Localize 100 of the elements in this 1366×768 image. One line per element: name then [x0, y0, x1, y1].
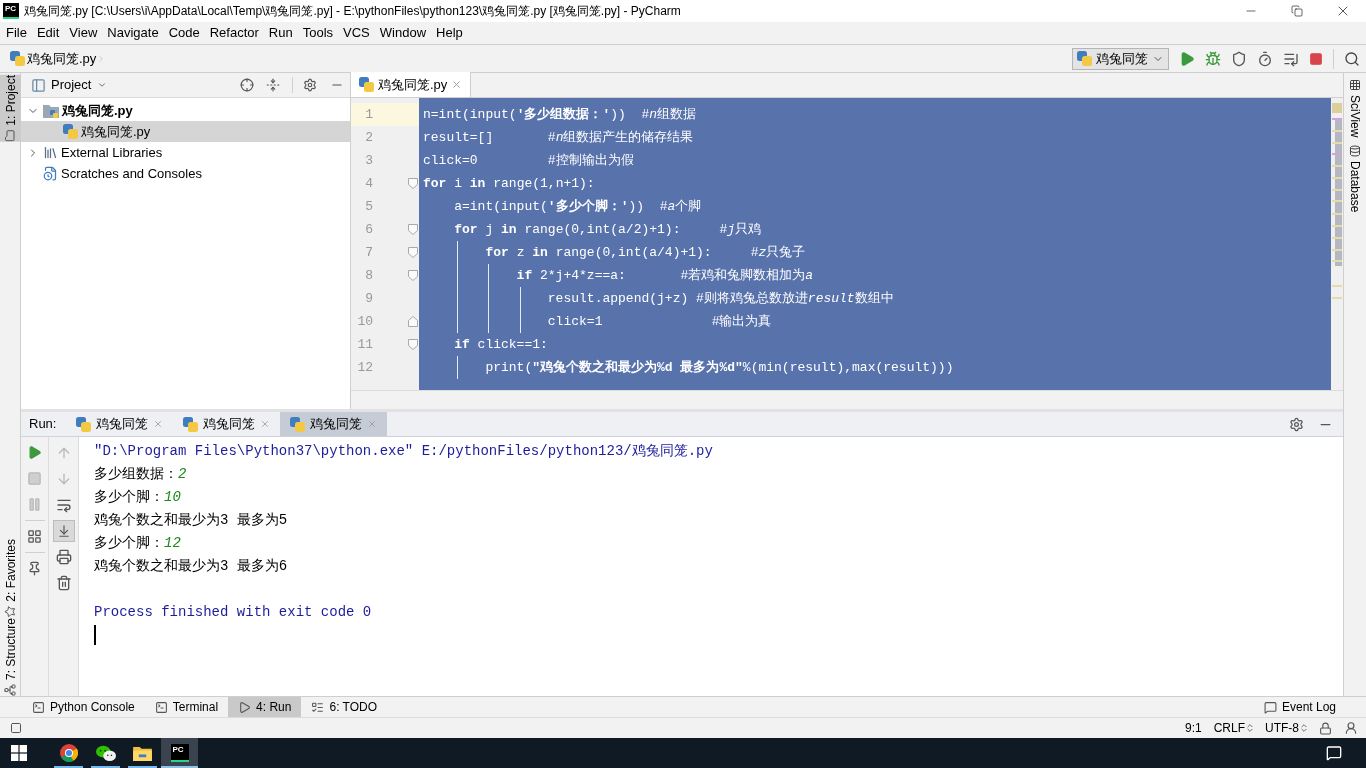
entered-value: 10: [164, 488, 181, 507]
code-line: n=int(input('多少组数据：')) #n组数据: [423, 105, 697, 124]
fold-marker-icon[interactable]: [408, 270, 418, 281]
line-number: 7: [364, 243, 373, 262]
console-prompt: 多少个脚：: [94, 534, 164, 553]
lock-icon[interactable]: [1319, 721, 1332, 735]
menu-item[interactable]: Code: [163, 23, 205, 43]
tool-window-button[interactable]: Terminal: [144, 696, 229, 718]
tool-window-tab[interactable]: 1: Project: [0, 75, 21, 142]
stop-icon[interactable]: [1309, 51, 1323, 66]
tool-window-tab[interactable]: SciView: [1344, 79, 1366, 138]
panel-icon: [31, 77, 46, 93]
tree-item[interactable]: Scratches and Consoles: [21, 163, 350, 184]
play-icon[interactable]: [27, 445, 42, 460]
python-file-icon: [63, 124, 78, 139]
line-separator-selector[interactable]: CRLF: [1213, 719, 1255, 737]
tree-item[interactable]: 鸡兔同笼.py: [21, 121, 350, 142]
console-prompt: 多少组数据：: [94, 465, 178, 484]
code-line: result=[] #n组数据产生的储存结果: [423, 128, 694, 147]
menu-item[interactable]: Tools: [297, 23, 339, 43]
python-file-icon: [290, 416, 306, 432]
folder-icon: [133, 745, 152, 761]
bug-icon[interactable]: [1205, 50, 1221, 67]
line-number: 5: [364, 197, 373, 216]
python-file-icon: [359, 77, 374, 92]
line-number: 11: [356, 335, 373, 354]
run-icon[interactable]: [1179, 50, 1195, 67]
updown-icon: [1245, 723, 1255, 733]
line-number: 6: [364, 220, 373, 239]
project-view-dropdown[interactable]: Project: [51, 75, 108, 95]
shield-icon[interactable]: [1231, 50, 1247, 67]
panel-title: Run:: [29, 415, 57, 434]
menu-item[interactable]: Refactor: [204, 23, 264, 43]
scroll-to-end-icon[interactable]: [52, 520, 75, 542]
line-number: 12: [356, 358, 373, 377]
fold-marker-icon[interactable]: [408, 339, 418, 350]
breadcrumb-item[interactable]: 鸡兔同笼.py: [27, 48, 97, 69]
settings-icon[interactable]: [303, 78, 317, 92]
restore-icon[interactable]: [1291, 5, 1303, 17]
timer-icon[interactable]: [1257, 50, 1273, 67]
line-number: 8: [364, 266, 373, 285]
code-line: click=0 #控制输出为假: [423, 151, 634, 170]
terminal-icon: [154, 700, 168, 714]
crosshair-icon[interactable]: [240, 78, 254, 92]
menu-item[interactable]: File: [1, 23, 32, 43]
encoding-selector[interactable]: UTF-8: [1265, 719, 1309, 737]
menu-item[interactable]: Run: [263, 23, 298, 43]
code-line: print("鸡兔个数之和最少为%d 最多为%d"%(min(result),max(result))): [484, 358, 954, 377]
tool-window-tab[interactable]: Database: [1344, 145, 1366, 213]
code-line: a=int(input('多少个脚：')) #a个脚: [453, 197, 702, 216]
tool-window-button[interactable]: 4: Run: [228, 696, 302, 718]
collapse-icon[interactable]: [266, 78, 280, 92]
checklist-icon: [311, 700, 325, 714]
run-tab[interactable]: 鸡兔同笼: [280, 412, 388, 436]
menu-item[interactable]: Help: [431, 23, 468, 43]
hierarchy-icon: [4, 684, 17, 696]
person-icon[interactable]: [1344, 721, 1358, 735]
menu-item[interactable]: Navigate: [102, 23, 164, 43]
entered-value: 2: [178, 465, 187, 484]
pin-icon[interactable]: [27, 561, 42, 576]
chat-bubbles-icon: [95, 744, 116, 762]
menu-item[interactable]: VCS: [338, 23, 375, 43]
code-line: result.append(j+z) #则将鸡兔总数放进result数组中: [546, 289, 894, 308]
grid-icon: [1349, 79, 1361, 91]
menu-item[interactable]: View: [64, 23, 103, 43]
menu-item[interactable]: Edit: [31, 23, 65, 43]
cursor-position[interactable]: 9:1: [1184, 719, 1202, 737]
line-number: 3: [364, 151, 373, 170]
fold-marker-icon[interactable]: [408, 178, 418, 189]
tree-item[interactable]: 鸡兔同笼.py: [21, 100, 350, 121]
tree-item[interactable]: External Libraries: [21, 142, 350, 163]
settings-icon[interactable]: [1289, 416, 1304, 432]
search-icon[interactable]: [1344, 50, 1360, 67]
line-number: 1: [364, 105, 373, 124]
fold-marker-icon[interactable]: [408, 224, 418, 235]
tool-window-tab[interactable]: 2: Favorites: [0, 539, 21, 618]
layout-icon[interactable]: [27, 529, 42, 544]
python-file-icon: [1077, 51, 1092, 66]
text-cursor: [94, 625, 96, 645]
panel-toggle-icon[interactable]: [10, 722, 22, 734]
code-line: for z in range(0,int(a/4)+1): #z只兔子: [484, 243, 806, 262]
tool-window-button[interactable]: 6: TODO: [301, 696, 388, 718]
taskbar-button[interactable]: PC: [161, 738, 198, 768]
window-title: 鸡兔同笼.py [C:\Users\i\AppData\Local\Temp\鸡兔同笼.py] - E:\pythonFiles\python123\鸡兔同笼.py [鸡兔同笼.py] - PyCharm: [24, 3, 681, 20]
menu-item[interactable]: Window: [374, 23, 432, 43]
notification-icon[interactable]: [1326, 745, 1342, 761]
file-clock-icon: [43, 166, 58, 181]
updown-icon: [1299, 723, 1309, 733]
editor-tab[interactable]: 鸡兔同笼.py: [351, 72, 472, 97]
windows-logo-icon[interactable]: [11, 745, 27, 761]
library-icon: [43, 145, 58, 160]
code-line: click=1 #输出为真: [546, 312, 772, 331]
event-log-button[interactable]: Event Log: [1253, 696, 1346, 718]
run-config-dropdown[interactable]: 鸡兔同笼: [1072, 47, 1169, 70]
chrome-icon: [59, 744, 78, 762]
tool-window-tab[interactable]: 7: Structure: [0, 617, 21, 696]
fold-end-marker-icon[interactable]: [408, 316, 418, 327]
fold-marker-icon[interactable]: [408, 247, 418, 258]
console-icon: [32, 700, 45, 714]
tool-window-button[interactable]: Python Console: [22, 696, 145, 718]
